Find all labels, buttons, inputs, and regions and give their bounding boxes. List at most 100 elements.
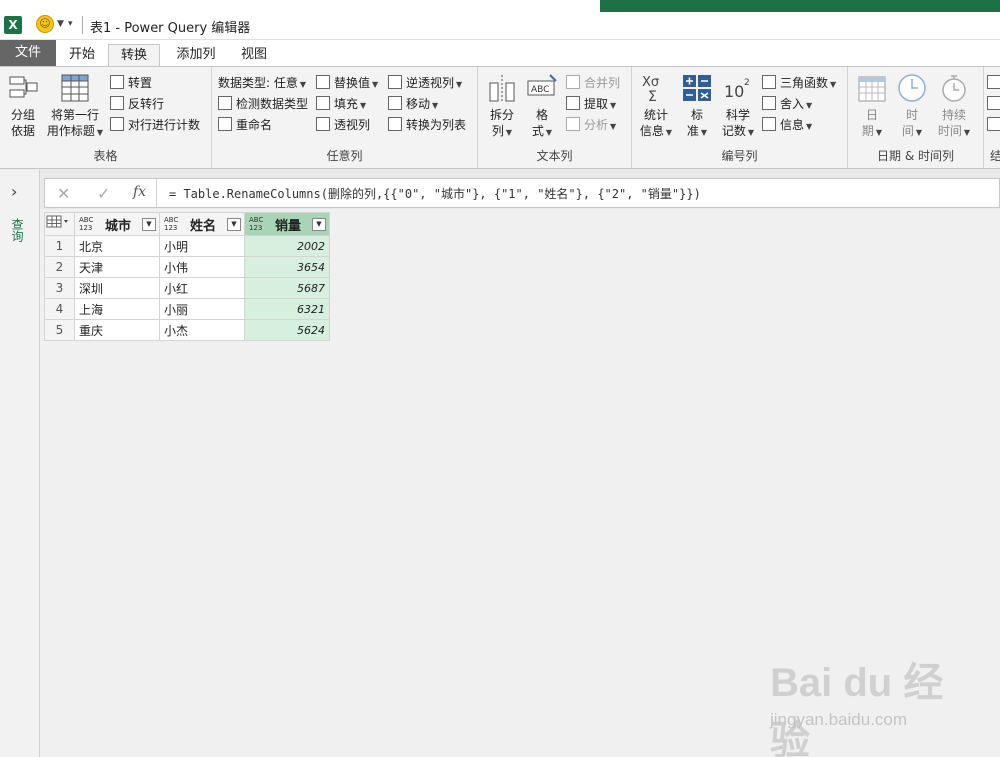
information-icon <box>762 117 776 131</box>
cell-sales[interactable]: 3654 <box>244 256 330 278</box>
scientific-button[interactable]: 10 2 科学 记数 ▼ <box>718 73 758 141</box>
scientific-icon: 10 2 <box>724 78 750 101</box>
rename-button[interactable]: 重命名 <box>218 115 272 135</box>
cell-sales[interactable]: 6321 <box>244 298 330 320</box>
table-icon <box>46 215 68 228</box>
rename-icon <box>218 117 232 131</box>
table-row[interactable]: 2 天津 小伟 3654 <box>44 256 330 278</box>
group-any-column: 数据类型: 任意 ▼ 检测数据类型 重命名 替换值 ▼ 填充 ▼ 透视列 逆透视列 ▼ … <box>212 67 478 168</box>
convert-to-list-button[interactable]: 转换为列表 <box>388 115 466 135</box>
cell-city[interactable]: 深圳 <box>74 277 160 299</box>
cell-city[interactable]: 重庆 <box>74 319 160 341</box>
title-bar-accent <box>600 0 1000 12</box>
filter-dropdown-icon[interactable]: ▼ <box>142 218 156 231</box>
date-button[interactable]: 日 期 ▼ <box>854 73 890 141</box>
cell-sales[interactable]: 2002 <box>244 235 330 257</box>
any-type-icon[interactable]: ABC 123 <box>249 216 263 232</box>
transpose-button[interactable]: 转置 <box>110 73 152 93</box>
ribbon: 分组 依据 将第一行 用作标题 ▼ 转置 反转行 对行进行计数 表格 数据类型: … <box>0 66 1000 169</box>
cell-sales[interactable]: 5624 <box>244 319 330 341</box>
cell-name[interactable]: 小明 <box>159 235 245 257</box>
pivot-column-button[interactable]: 透视列 <box>316 115 370 135</box>
tab-file[interactable]: 文件 <box>0 40 56 66</box>
trigonometry-button[interactable]: 三角函数 ▼ <box>762 73 836 93</box>
clock-icon <box>898 74 926 102</box>
duration-label-1: 持续 <box>941 108 966 122</box>
chevron-right-icon[interactable]: › <box>11 182 17 201</box>
chevron-down-icon[interactable]: ▼ <box>57 19 64 29</box>
structured-icon-1[interactable] <box>987 73 1000 93</box>
structured-icon-3[interactable] <box>987 115 1000 135</box>
convert-to-list-icon <box>388 117 402 131</box>
split-label-1: 拆分 <box>489 108 514 122</box>
table-row[interactable]: 3 深圳 小红 5687 <box>44 277 330 299</box>
column-header-city[interactable]: ABC 123 城市 ▼ <box>74 212 160 236</box>
extract-button[interactable]: 提取 ▼ <box>566 94 616 114</box>
tab-view[interactable]: 视图 <box>232 44 276 66</box>
time-button[interactable]: 时 间 ▼ <box>894 73 930 141</box>
duration-button[interactable]: 持续 时间 ▼ <box>934 73 974 141</box>
confirm-icon[interactable]: ✓ <box>97 184 110 203</box>
function-icon[interactable]: fx <box>133 184 146 200</box>
excel-icon[interactable]: X <box>4 16 22 34</box>
group-structured-label: 结 <box>990 149 1000 163</box>
use-first-row-headers-button[interactable]: 将第一行 用作标题 ▼ <box>44 73 106 141</box>
move-button[interactable]: 移动 ▼ <box>388 94 438 114</box>
time-label-1: 时 <box>905 108 918 122</box>
svg-text:Σ: Σ <box>648 89 657 103</box>
table-row[interactable]: 4 上海 小丽 6321 <box>44 298 330 320</box>
rounding-button[interactable]: 舍入 ▼ <box>762 94 812 114</box>
formula-input[interactable]: = Table.RenameColumns(删除的列,{{"0", "城市"},… <box>169 185 701 202</box>
transpose-icon <box>110 75 124 89</box>
group-structured-column: 结 <box>984 67 1000 168</box>
queries-pane-label[interactable]: 查询 <box>10 218 26 242</box>
statistics-icon: Xσ Σ <box>642 75 659 103</box>
column-header-name[interactable]: ABC 123 姓名 ▼ <box>159 212 245 236</box>
count-rows-button[interactable]: 对行进行计数 <box>110 115 200 135</box>
reverse-rows-button[interactable]: 反转行 <box>110 94 164 114</box>
structured-icon-2[interactable] <box>987 94 1000 114</box>
group-by-icon <box>9 76 38 98</box>
table-menu-corner[interactable] <box>44 212 75 236</box>
cancel-icon[interactable]: ✕ <box>57 184 70 203</box>
smiley-icon[interactable]: ☺ <box>36 15 54 33</box>
cell-name[interactable]: 小伟 <box>159 256 245 278</box>
cell-city[interactable]: 天津 <box>74 256 160 278</box>
unpivot-columns-button[interactable]: 逆透视列 ▼ <box>388 73 462 93</box>
tab-add-column[interactable]: 添加列 <box>170 44 222 66</box>
cell-name[interactable]: 小丽 <box>159 298 245 320</box>
table-row[interactable]: 1 北京 小明 2002 <box>44 235 330 257</box>
parse-button[interactable]: 分析 ▼ <box>566 115 616 135</box>
customize-toolbar-icon[interactable]: ▾ <box>68 19 73 29</box>
row-number: 1 <box>44 235 75 257</box>
cell-city[interactable]: 上海 <box>74 298 160 320</box>
group-number-column-label: 编号列 <box>721 149 758 163</box>
detect-type-button[interactable]: 检测数据类型 <box>218 94 308 114</box>
table-row[interactable]: 5 重庆 小杰 5624 <box>44 319 330 341</box>
format-button[interactable]: ABC 格 式 ▼ <box>524 73 560 141</box>
standard-button[interactable]: 标 准 ▼ <box>680 73 714 141</box>
cell-sales[interactable]: 5687 <box>244 277 330 299</box>
any-type-icon[interactable]: ABC 123 <box>79 216 93 232</box>
tab-transform[interactable]: 转换 <box>108 44 160 67</box>
fill-button[interactable]: 填充 ▼ <box>316 94 366 114</box>
title-bar: X ☺ ▼ ▾ 表1 - Power Query 编辑器 <box>0 0 1000 40</box>
filter-dropdown-icon[interactable]: ▼ <box>312 218 326 231</box>
statistics-button[interactable]: Xσ Σ 统计 信息 ▼ <box>636 73 676 141</box>
filter-dropdown-icon[interactable]: ▼ <box>227 218 241 231</box>
cell-name[interactable]: 小杰 <box>159 319 245 341</box>
split-column-button[interactable]: 拆分 列 ▼ <box>484 73 520 141</box>
time-label-2: 间 ▼ <box>901 124 923 138</box>
data-type-dropdown[interactable]: 数据类型: 任意 ▼ <box>218 73 306 93</box>
formula-bar: ✕ ✓ fx = Table.RenameColumns(删除的列,{{"0",… <box>44 178 1000 208</box>
any-type-icon[interactable]: ABC 123 <box>164 216 178 232</box>
replace-values-button[interactable]: 替换值 ▼ <box>316 73 378 93</box>
cell-city[interactable]: 北京 <box>74 235 160 257</box>
information-button[interactable]: 信息 ▼ <box>762 115 812 135</box>
column-header-sales[interactable]: ABC 123 销量 ▼ <box>244 212 330 236</box>
row-number: 4 <box>44 298 75 320</box>
cell-name[interactable]: 小红 <box>159 277 245 299</box>
group-by-button[interactable]: 分组 依据 <box>4 73 42 139</box>
merge-columns-button[interactable]: 合并列 <box>566 73 620 93</box>
tab-home[interactable]: 开始 <box>60 44 104 66</box>
